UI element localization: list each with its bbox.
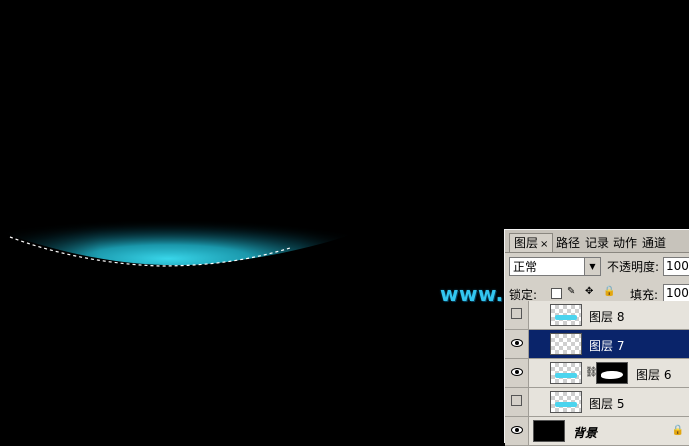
layer-mask-thumbnail[interactable]	[596, 362, 628, 384]
eye-icon[interactable]	[511, 339, 523, 347]
layer-row[interactable]: 图层 5	[505, 388, 689, 417]
layer-name: 图层 5	[589, 397, 625, 411]
lock-transparency-checkbox[interactable]	[551, 288, 562, 299]
layer-name: 图层 7	[589, 339, 625, 353]
layer-thumbnail	[550, 362, 582, 384]
layer-row[interactable]: 图层 8	[505, 301, 689, 330]
panel-tabs: 图层 × 路径 记录 动作 通道	[505, 230, 689, 253]
visibility-toggle[interactable]	[505, 417, 529, 445]
layer-thumbnail	[533, 420, 565, 442]
layer-thumbnail	[550, 391, 582, 413]
layer-name: 背景	[573, 426, 598, 440]
tab-layers[interactable]: 图层 ×	[509, 233, 554, 252]
visibility-toggle[interactable]	[505, 359, 529, 387]
blend-mode-select[interactable]: 正常 ▼	[509, 257, 601, 276]
close-icon[interactable]: ×	[540, 239, 548, 250]
tab-history[interactable]: 记录	[585, 234, 609, 252]
visibility-toggle[interactable]	[505, 330, 529, 358]
visibility-toggle[interactable]	[505, 301, 529, 329]
lock-icon[interactable]: 🔒	[603, 286, 615, 297]
tab-actions[interactable]: 动作	[613, 234, 637, 252]
layer-row[interactable]: ⛓ 图层 6	[505, 359, 689, 388]
layer-name: 图层 6	[636, 368, 672, 382]
lock-icon: 🔒	[671, 425, 684, 436]
tab-paths[interactable]: 路径	[556, 234, 580, 252]
layer-row[interactable]: 图层 7	[505, 330, 689, 359]
eye-icon[interactable]	[511, 368, 523, 376]
move-icon[interactable]: ✥	[585, 286, 593, 297]
layer-thumbnail	[550, 304, 582, 326]
opacity-label: 不透明度:	[607, 260, 660, 274]
eye-icon[interactable]	[511, 426, 523, 434]
layer-thumbnail	[550, 333, 582, 355]
hidden-eye-icon[interactable]	[511, 395, 522, 406]
opacity-input[interactable]: 100%	[663, 257, 689, 276]
layers-list: 图层 8 图层 7 ⛓ 图层 6 图层 5 背景 🔒	[505, 301, 689, 446]
visibility-toggle[interactable]	[505, 388, 529, 416]
brush-icon[interactable]: ✎	[567, 286, 575, 297]
layer-name: 图层 8	[589, 310, 625, 324]
chevron-down-icon[interactable]: ▼	[584, 258, 600, 275]
layers-panel[interactable]: 图层× 路径 记录 动作 通道 正常 ▼ 不透明度: 100% 锁定: ✎ ✥ …	[504, 229, 689, 446]
tab-channels[interactable]: 通道	[642, 234, 666, 252]
hidden-eye-icon[interactable]	[511, 308, 522, 319]
